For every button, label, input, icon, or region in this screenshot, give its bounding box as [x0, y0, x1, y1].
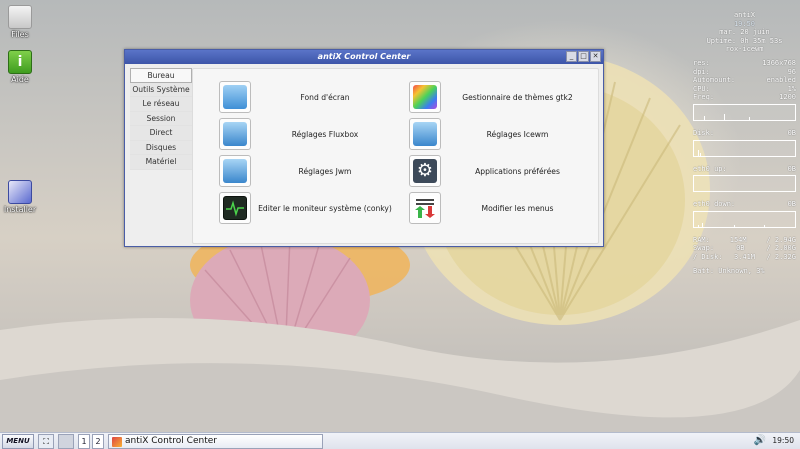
taskbar: MENU ⛶ 1 2 antiX Control Center 🔊 19:50 [0, 432, 800, 449]
desktop-icon-files[interactable]: Files [0, 5, 40, 39]
desktop-icon-installer[interactable]: Installer [0, 180, 40, 214]
eth0-down-graph [693, 210, 796, 228]
conky-disk-row: Disk: 0B [693, 128, 796, 137]
tab-direct[interactable]: Direct [130, 126, 192, 141]
entry-label: Editer le moniteur système (conky) [258, 203, 392, 213]
entry-label: Applications préférées [475, 166, 560, 176]
conky-eth0-down-row: eth0 down: 0B [693, 200, 796, 209]
eth0-up-graph [693, 175, 796, 193]
tab-bureau[interactable]: Bureau [130, 68, 192, 83]
close-button[interactable]: ✕ [590, 51, 601, 62]
entry-fluxbox-settings[interactable]: Réglages Fluxbox [219, 118, 399, 150]
desktop-icon-label: Files [11, 30, 29, 39]
folder-icon [8, 5, 32, 29]
entry-icewm-settings[interactable]: Réglages Icewm [409, 118, 594, 150]
desktop-icon-label: Aide [11, 75, 29, 84]
entry-label: Gestionnaire de thèmes gtk2 [462, 92, 573, 102]
conky-battery: Batt: Unknown, 3% [693, 266, 765, 275]
theme-manager-icon [409, 81, 441, 113]
cpu-graph [693, 103, 796, 121]
entry-menu-editor[interactable]: Modifier les menus [409, 192, 594, 224]
category-sidebar: Bureau Outils Système Le réseau Session … [130, 68, 192, 170]
entry-label: Fond d'écran [300, 92, 350, 102]
entry-label: Réglages Icewm [486, 129, 549, 139]
workspace-2-button[interactable]: 2 [92, 434, 104, 449]
entry-label: Réglages Jwm [298, 166, 352, 176]
installer-icon [8, 180, 32, 204]
conky-stat-row: Freq: 1200 [693, 93, 796, 102]
entry-jwm-settings[interactable]: Réglages Jwm [219, 155, 399, 187]
conky-system-monitor: antiX 19:50 mar. 20 juin Uptime: 0h 35m … [693, 11, 796, 275]
settings-brush-icon [409, 118, 441, 150]
show-desktop-icon[interactable]: ⛶ [38, 434, 54, 449]
conky-mem-row: Swap: 0B/ 2.00G [693, 244, 796, 253]
taskbar-clock[interactable]: 19:50 [772, 434, 794, 449]
entry-preferred-applications[interactable]: ⚙ Applications préférées [409, 155, 594, 187]
settings-brush-icon [219, 155, 251, 187]
entry-label: Réglages Fluxbox [291, 129, 359, 139]
conky-eth0-up-row: eth0 up: 0B [693, 164, 796, 173]
tab-session[interactable]: Session [130, 111, 192, 126]
task-button-control-center[interactable]: antiX Control Center [108, 434, 323, 449]
disk-graph [693, 139, 796, 157]
conky-date: mar. 20 juin [719, 28, 770, 37]
menu-button[interactable]: MENU [2, 434, 34, 449]
minimize-button[interactable]: _ [566, 51, 577, 62]
desktop-icon-aide[interactable]: i Aide [0, 50, 40, 84]
control-center-app-icon [112, 437, 122, 447]
conky-hostname: antiX [733, 11, 756, 19]
entry-label: Modifier les menus [481, 203, 554, 213]
gear-icon: ⚙ [409, 155, 441, 187]
entry-gtk2-theme-manager[interactable]: Gestionnaire de thèmes gtk2 [409, 81, 594, 113]
desktop-icon-label: Installer [3, 205, 37, 214]
window-list-icon[interactable] [58, 434, 74, 449]
entries-panel: Fond d'écran Réglages Fluxbox Réglages J… [192, 68, 599, 244]
tab-outils-systeme[interactable]: Outils Système [130, 82, 192, 97]
conky-wm: rox-icewm [725, 45, 764, 54]
conky-stat-row: res: 1366x768 [693, 58, 796, 67]
tab-le-reseau[interactable]: Le réseau [130, 97, 192, 112]
window-titlebar[interactable]: antiX Control Center _ □ ✕ [125, 50, 603, 64]
tab-materiel[interactable]: Matériel [130, 155, 192, 170]
task-label: antiX Control Center [125, 436, 217, 446]
menu-editor-icon [409, 192, 441, 224]
window-title: antiX Control Center [317, 52, 411, 61]
workspace-1-button[interactable]: 1 [78, 434, 90, 449]
control-center-window: antiX Control Center _ □ ✕ Bureau Outils… [124, 49, 604, 247]
volume-icon[interactable]: 🔊 [754, 434, 766, 449]
conky-mem-row: / Disk: 3.41M/ 2.32G [693, 252, 796, 261]
info-icon: i [8, 50, 32, 74]
wallpaper-icon [219, 81, 251, 113]
maximize-button[interactable]: □ [578, 51, 589, 62]
settings-brush-icon [219, 118, 251, 150]
system-monitor-icon [219, 192, 251, 224]
conky-stat-row: dpi: 96 [693, 67, 796, 76]
tab-disques[interactable]: Disques [130, 140, 192, 155]
conky-time: 19:50 [733, 19, 756, 28]
entry-wallpaper[interactable]: Fond d'écran [219, 81, 399, 113]
entry-conky-editor[interactable]: Editer le moniteur système (conky) [219, 192, 399, 224]
conky-stat-row: Automount: enabled [693, 76, 796, 85]
